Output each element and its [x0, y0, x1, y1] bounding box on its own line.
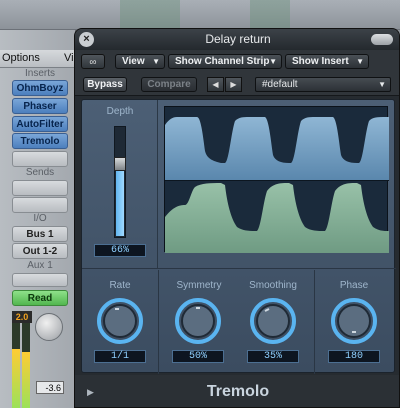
depth-label: Depth: [106, 106, 134, 117]
waveform-bottom: [165, 183, 389, 253]
insert-slot-autofilter[interactable]: AutoFilter: [12, 116, 68, 132]
level-meter-left: [12, 323, 20, 408]
peak-display: 2.0: [12, 311, 32, 323]
plugin-window: Delay return × ∞ View ▼ Show Channel Stri…: [74, 28, 400, 408]
chevron-down-icon: ▼: [152, 57, 160, 66]
phase-knob[interactable]: [331, 298, 377, 344]
view-menu[interactable]: Vi: [64, 52, 74, 64]
send-slot-1[interactable]: [12, 180, 68, 196]
bypass-button[interactable]: Bypass: [83, 77, 127, 92]
preset-label: #default: [262, 79, 298, 90]
depth-slider-handle[interactable]: [114, 157, 126, 171]
arrow-right-icon: ▶: [230, 80, 237, 89]
window-toggle-button[interactable]: [371, 34, 393, 45]
automation-mode[interactable]: Read: [12, 290, 68, 306]
show-channel-strip-dropdown[interactable]: Show Channel Strip ▼: [168, 54, 282, 69]
section-divider: [82, 268, 396, 269]
window-title: Delay return: [205, 32, 271, 46]
depth-value[interactable]: 66%: [94, 244, 146, 257]
arrow-left-icon: ◀: [212, 80, 219, 89]
depth-section: Depth 66%: [82, 100, 158, 268]
view-label: View: [122, 56, 145, 67]
phase-label: Phase: [339, 280, 369, 291]
insert-slot-empty[interactable]: [12, 151, 68, 167]
close-icon: ×: [83, 33, 90, 45]
plugin-footer: ▶ Tremolo: [75, 375, 399, 407]
insert-slot-ohmboyz[interactable]: OhmBoyz: [12, 80, 68, 96]
insert-slot-phaser[interactable]: Phaser: [12, 98, 68, 114]
rate-label: Rate: [109, 280, 131, 291]
rate-knob[interactable]: [97, 298, 143, 344]
level-meter-right: [22, 323, 30, 408]
depth-slider-fill: [116, 163, 124, 236]
plugin-name: Tremolo: [206, 383, 270, 400]
plugin-toolbar: ∞ View ▼ Show Channel Strip ▼ Show Insert ▼: [75, 50, 399, 72]
inserts-label: Inserts: [24, 68, 55, 79]
insert-slot-tremolo[interactable]: Tremolo: [12, 133, 68, 149]
symmetry-value[interactable]: 50%: [172, 350, 224, 363]
io-label: I/O: [33, 213, 47, 224]
link-icon: ∞: [89, 57, 97, 68]
volume-display: -3.6: [36, 381, 64, 394]
symmetry-knob[interactable]: [175, 298, 221, 344]
view-dropdown[interactable]: View ▼: [115, 54, 165, 69]
show-insert-label: Show Insert: [292, 56, 349, 67]
aux-label: Aux 1: [27, 260, 53, 271]
sends-label: Sends: [25, 167, 55, 178]
send-slot-2[interactable]: [12, 197, 68, 213]
group-slot[interactable]: [12, 273, 68, 287]
depth-slider[interactable]: [114, 126, 126, 238]
host-toolbar: [0, 0, 400, 30]
options-menu[interactable]: Options: [2, 52, 40, 64]
show-insert-dropdown[interactable]: Show Insert ▼: [285, 54, 369, 69]
column-divider-2: [314, 270, 315, 374]
phase-value[interactable]: 180: [328, 350, 380, 363]
link-button[interactable]: ∞: [81, 54, 105, 69]
next-preset-button[interactable]: ▶: [225, 77, 242, 92]
preset-bar: Bypass Compare ◀ ▶ #default ▼: [75, 72, 399, 96]
input-slot[interactable]: Bus 1: [12, 226, 68, 242]
column-divider-1: [158, 270, 159, 374]
chevron-down-icon: ▼: [378, 80, 386, 89]
chevron-down-icon: ▼: [269, 57, 277, 66]
output-slot[interactable]: Out 1-2: [12, 243, 68, 259]
waveform-graphic: [165, 117, 389, 253]
smoothing-value[interactable]: 35%: [247, 350, 299, 363]
close-button[interactable]: ×: [79, 32, 94, 47]
symmetry-label: Symmetry: [176, 280, 222, 291]
previous-preset-button[interactable]: ◀: [207, 77, 224, 92]
chevron-down-icon: ▼: [356, 57, 364, 66]
mixer-options-bar: Options Vi: [0, 50, 76, 68]
waveform-display: [164, 106, 389, 253]
rate-value[interactable]: 1/1: [94, 350, 146, 363]
preset-dropdown[interactable]: #default ▼: [255, 77, 391, 92]
tremolo-panel: Depth 66% Rate Symmetry Smoothing Phase …: [81, 99, 396, 374]
pan-knob[interactable]: [35, 313, 63, 341]
title-bar[interactable]: Delay return: [75, 29, 399, 50]
smoothing-knob[interactable]: [250, 298, 296, 344]
waveform-top: [165, 117, 389, 180]
show-channel-strip-label: Show Channel Strip: [175, 56, 270, 67]
compare-button[interactable]: Compare: [141, 77, 197, 92]
smoothing-label: Smoothing: [249, 280, 297, 291]
